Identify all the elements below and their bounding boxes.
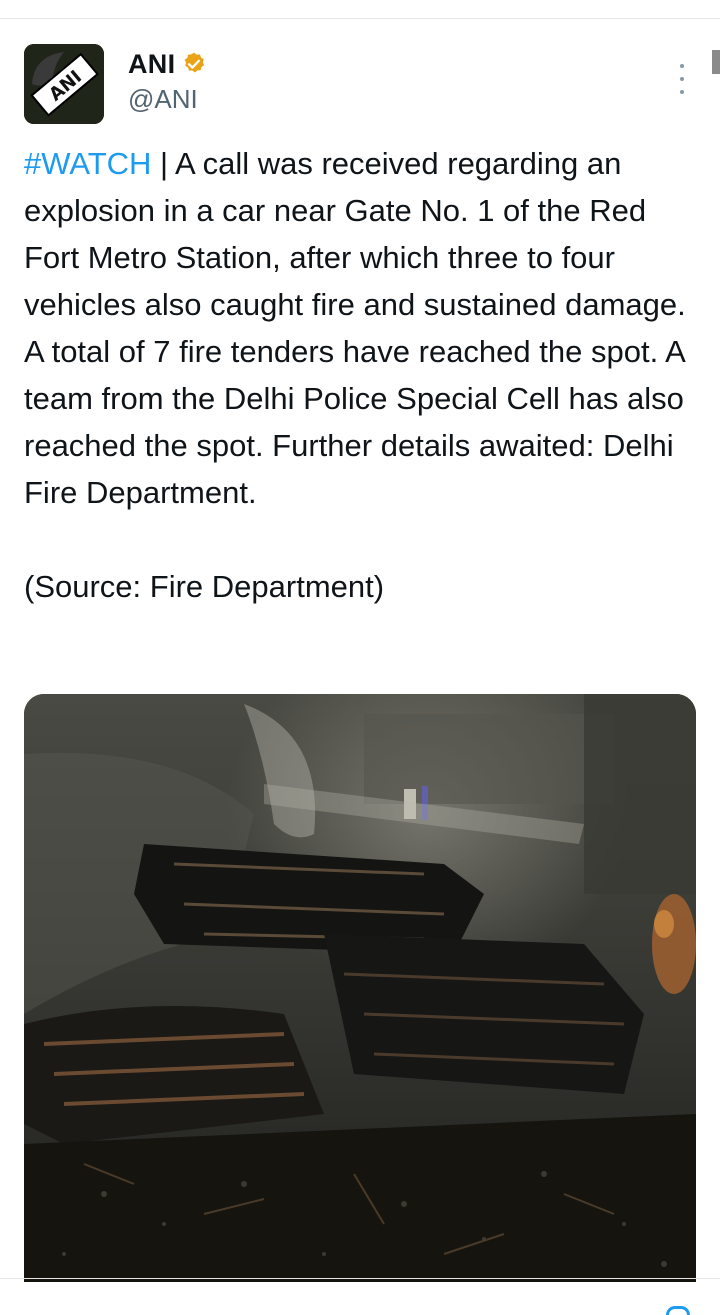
author-names: ANI @ANI	[128, 46, 207, 115]
hashtag-link[interactable]: #WATCH	[24, 146, 151, 181]
burnt-vehicles-image	[24, 694, 696, 1282]
dot	[680, 90, 684, 94]
partial-action-icon[interactable]	[666, 1306, 690, 1315]
tweet-text: #WATCH | A call was received regarding a…	[24, 140, 696, 610]
display-name-row: ANI	[128, 46, 207, 82]
top-divider	[0, 18, 720, 19]
avatar[interactable]: ANI	[24, 44, 104, 124]
verified-badge-icon	[181, 51, 207, 77]
scrollbar-thumb[interactable]	[712, 50, 720, 74]
ani-logo-icon: ANI	[24, 44, 104, 124]
tweet-media[interactable]	[24, 694, 696, 1282]
tweet-body: | A call was received regarding an explo…	[24, 146, 686, 604]
dot	[680, 64, 684, 68]
tweet-header: ANI ANI @ANI	[24, 44, 696, 124]
author-handle[interactable]: @ANI	[128, 84, 207, 115]
dot	[680, 77, 684, 81]
more-options-icon[interactable]	[676, 64, 688, 94]
display-name[interactable]: ANI	[128, 49, 175, 80]
bottom-divider	[0, 1278, 720, 1279]
